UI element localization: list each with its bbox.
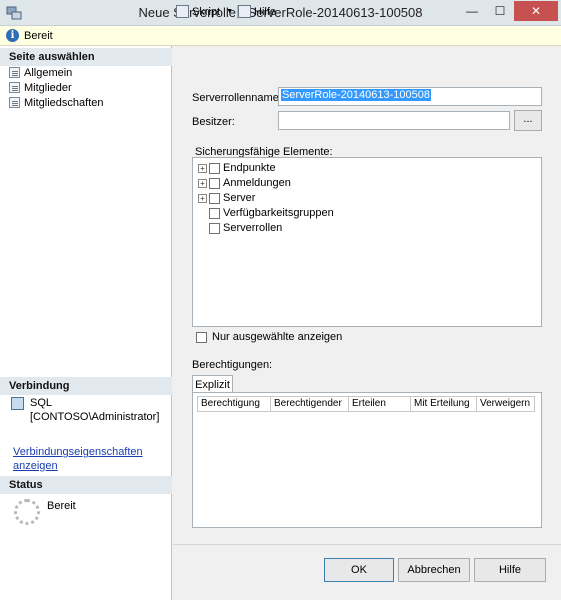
expand-icon[interactable]: + xyxy=(198,193,207,203)
close-button[interactable]: ✕ xyxy=(514,1,558,21)
help-button[interactable]: Hilfe xyxy=(474,558,546,582)
column-header[interactable]: Berechtigender xyxy=(271,397,349,411)
status-text: Bereit xyxy=(47,500,76,512)
column-header[interactable]: Erteilen xyxy=(349,397,411,411)
help-toolbar-button[interactable]: Hilfe xyxy=(238,5,276,18)
page-item-mitgliedschaften[interactable]: Mitgliedschaften xyxy=(9,95,104,110)
connection-header: Verbindung xyxy=(0,377,172,395)
page-label: Mitglieder xyxy=(24,81,72,94)
page-label: Mitgliedschaften xyxy=(24,96,104,109)
toolbar xyxy=(173,46,561,70)
tree-label: Serverrollen xyxy=(223,222,283,234)
expand-icon[interactable]: + xyxy=(198,178,207,188)
help-icon xyxy=(238,5,251,18)
script-label: Skript xyxy=(192,5,221,18)
connection-user: [CONTOSO\Administrator] xyxy=(30,411,160,423)
ok-button[interactable]: OK xyxy=(324,558,394,582)
help-label: Hilfe xyxy=(254,5,277,18)
permissions-label: Berechtigungen: xyxy=(192,359,273,371)
divider xyxy=(173,544,561,545)
tree-checkbox[interactable] xyxy=(209,207,220,219)
role-name-label: Serverrollenname: xyxy=(192,92,282,104)
page-item-allgemein[interactable]: Allgemein xyxy=(9,65,72,80)
link-line-2: anzeigen xyxy=(13,460,58,472)
progress-spinner-icon xyxy=(14,499,40,525)
page-icon xyxy=(9,97,20,108)
info-text: Bereit xyxy=(24,30,53,42)
grid-header: Berechtigung Berechtigender Erteilen Mit… xyxy=(197,396,535,412)
title-bar: Neue Serverrolle - ServerRole-20140613-1… xyxy=(0,0,561,26)
tree-checkbox[interactable] xyxy=(209,222,220,234)
tree-label: Endpunkte xyxy=(223,162,276,174)
securables-tree[interactable]: + Endpunkte + Anmeldungen + Server Verfü… xyxy=(192,157,542,327)
maximize-button[interactable]: ☐ xyxy=(487,1,513,21)
tab-explizit[interactable]: Explizit xyxy=(192,375,233,393)
info-bar: i Bereit xyxy=(0,26,561,46)
page-icon xyxy=(9,82,20,93)
connection-server: SQL xyxy=(30,397,53,409)
owner-label: Besitzer: xyxy=(192,116,235,128)
tree-item-anmeldungen[interactable]: + Anmeldungen xyxy=(198,176,291,190)
script-button[interactable]: Skript ▼ xyxy=(176,5,233,18)
info-icon: i xyxy=(6,29,19,42)
tree-item-verfuegbarkeitsgruppen[interactable]: Verfügbarkeitsgruppen xyxy=(198,206,334,220)
role-name-value: ServerRole-20140613-100508 xyxy=(281,89,431,101)
tree-item-server[interactable]: + Server xyxy=(198,191,255,205)
tree-label: Anmeldungen xyxy=(223,177,291,189)
server-connection-icon xyxy=(11,397,24,410)
tree-item-endpunkte[interactable]: + Endpunkte xyxy=(198,161,276,175)
script-icon xyxy=(176,5,189,18)
checkbox-box[interactable] xyxy=(196,331,207,343)
tree-label: Verfügbarkeitsgruppen xyxy=(223,207,334,219)
tree-item-serverrollen[interactable]: Serverrollen xyxy=(198,221,282,235)
role-name-input[interactable]: ServerRole-20140613-100508 xyxy=(278,87,542,106)
tree-checkbox[interactable] xyxy=(209,192,220,204)
tree-checkbox[interactable] xyxy=(209,177,220,189)
connection-info: SQL [CONTOSO\Administrator] xyxy=(30,396,159,424)
chevron-down-icon: ▼ xyxy=(226,8,234,15)
page-item-mitglieder[interactable]: Mitglieder xyxy=(9,80,72,95)
tree-label: Server xyxy=(223,192,256,204)
connection-properties-link[interactable]: Verbindungseigenschaften anzeigen xyxy=(13,445,143,473)
expand-icon[interactable]: + xyxy=(198,163,207,173)
column-header[interactable]: Berechtigung xyxy=(197,397,271,411)
owner-input[interactable] xyxy=(278,111,510,130)
column-header[interactable]: Mit Erteilung xyxy=(411,397,477,411)
permissions-grid[interactable]: Berechtigung Berechtigender Erteilen Mit… xyxy=(192,392,542,528)
page-icon xyxy=(9,67,20,78)
status-header: Status xyxy=(0,476,172,494)
tree-checkbox[interactable] xyxy=(209,162,220,174)
link-line-1: Verbindungseigenschaften xyxy=(13,446,143,458)
only-selected-checkbox[interactable]: Nur ausgewählte anzeigen xyxy=(196,331,342,343)
column-header[interactable]: Verweigern xyxy=(477,397,535,411)
page-label: Allgemein xyxy=(24,66,73,79)
only-selected-label: Nur ausgewählte anzeigen xyxy=(212,331,343,343)
minimize-button[interactable]: — xyxy=(459,1,485,21)
cancel-button[interactable]: Abbrechen xyxy=(398,558,470,582)
pages-header: Seite auswählen xyxy=(0,48,172,66)
browse-owner-button[interactable]: ... xyxy=(514,110,542,131)
